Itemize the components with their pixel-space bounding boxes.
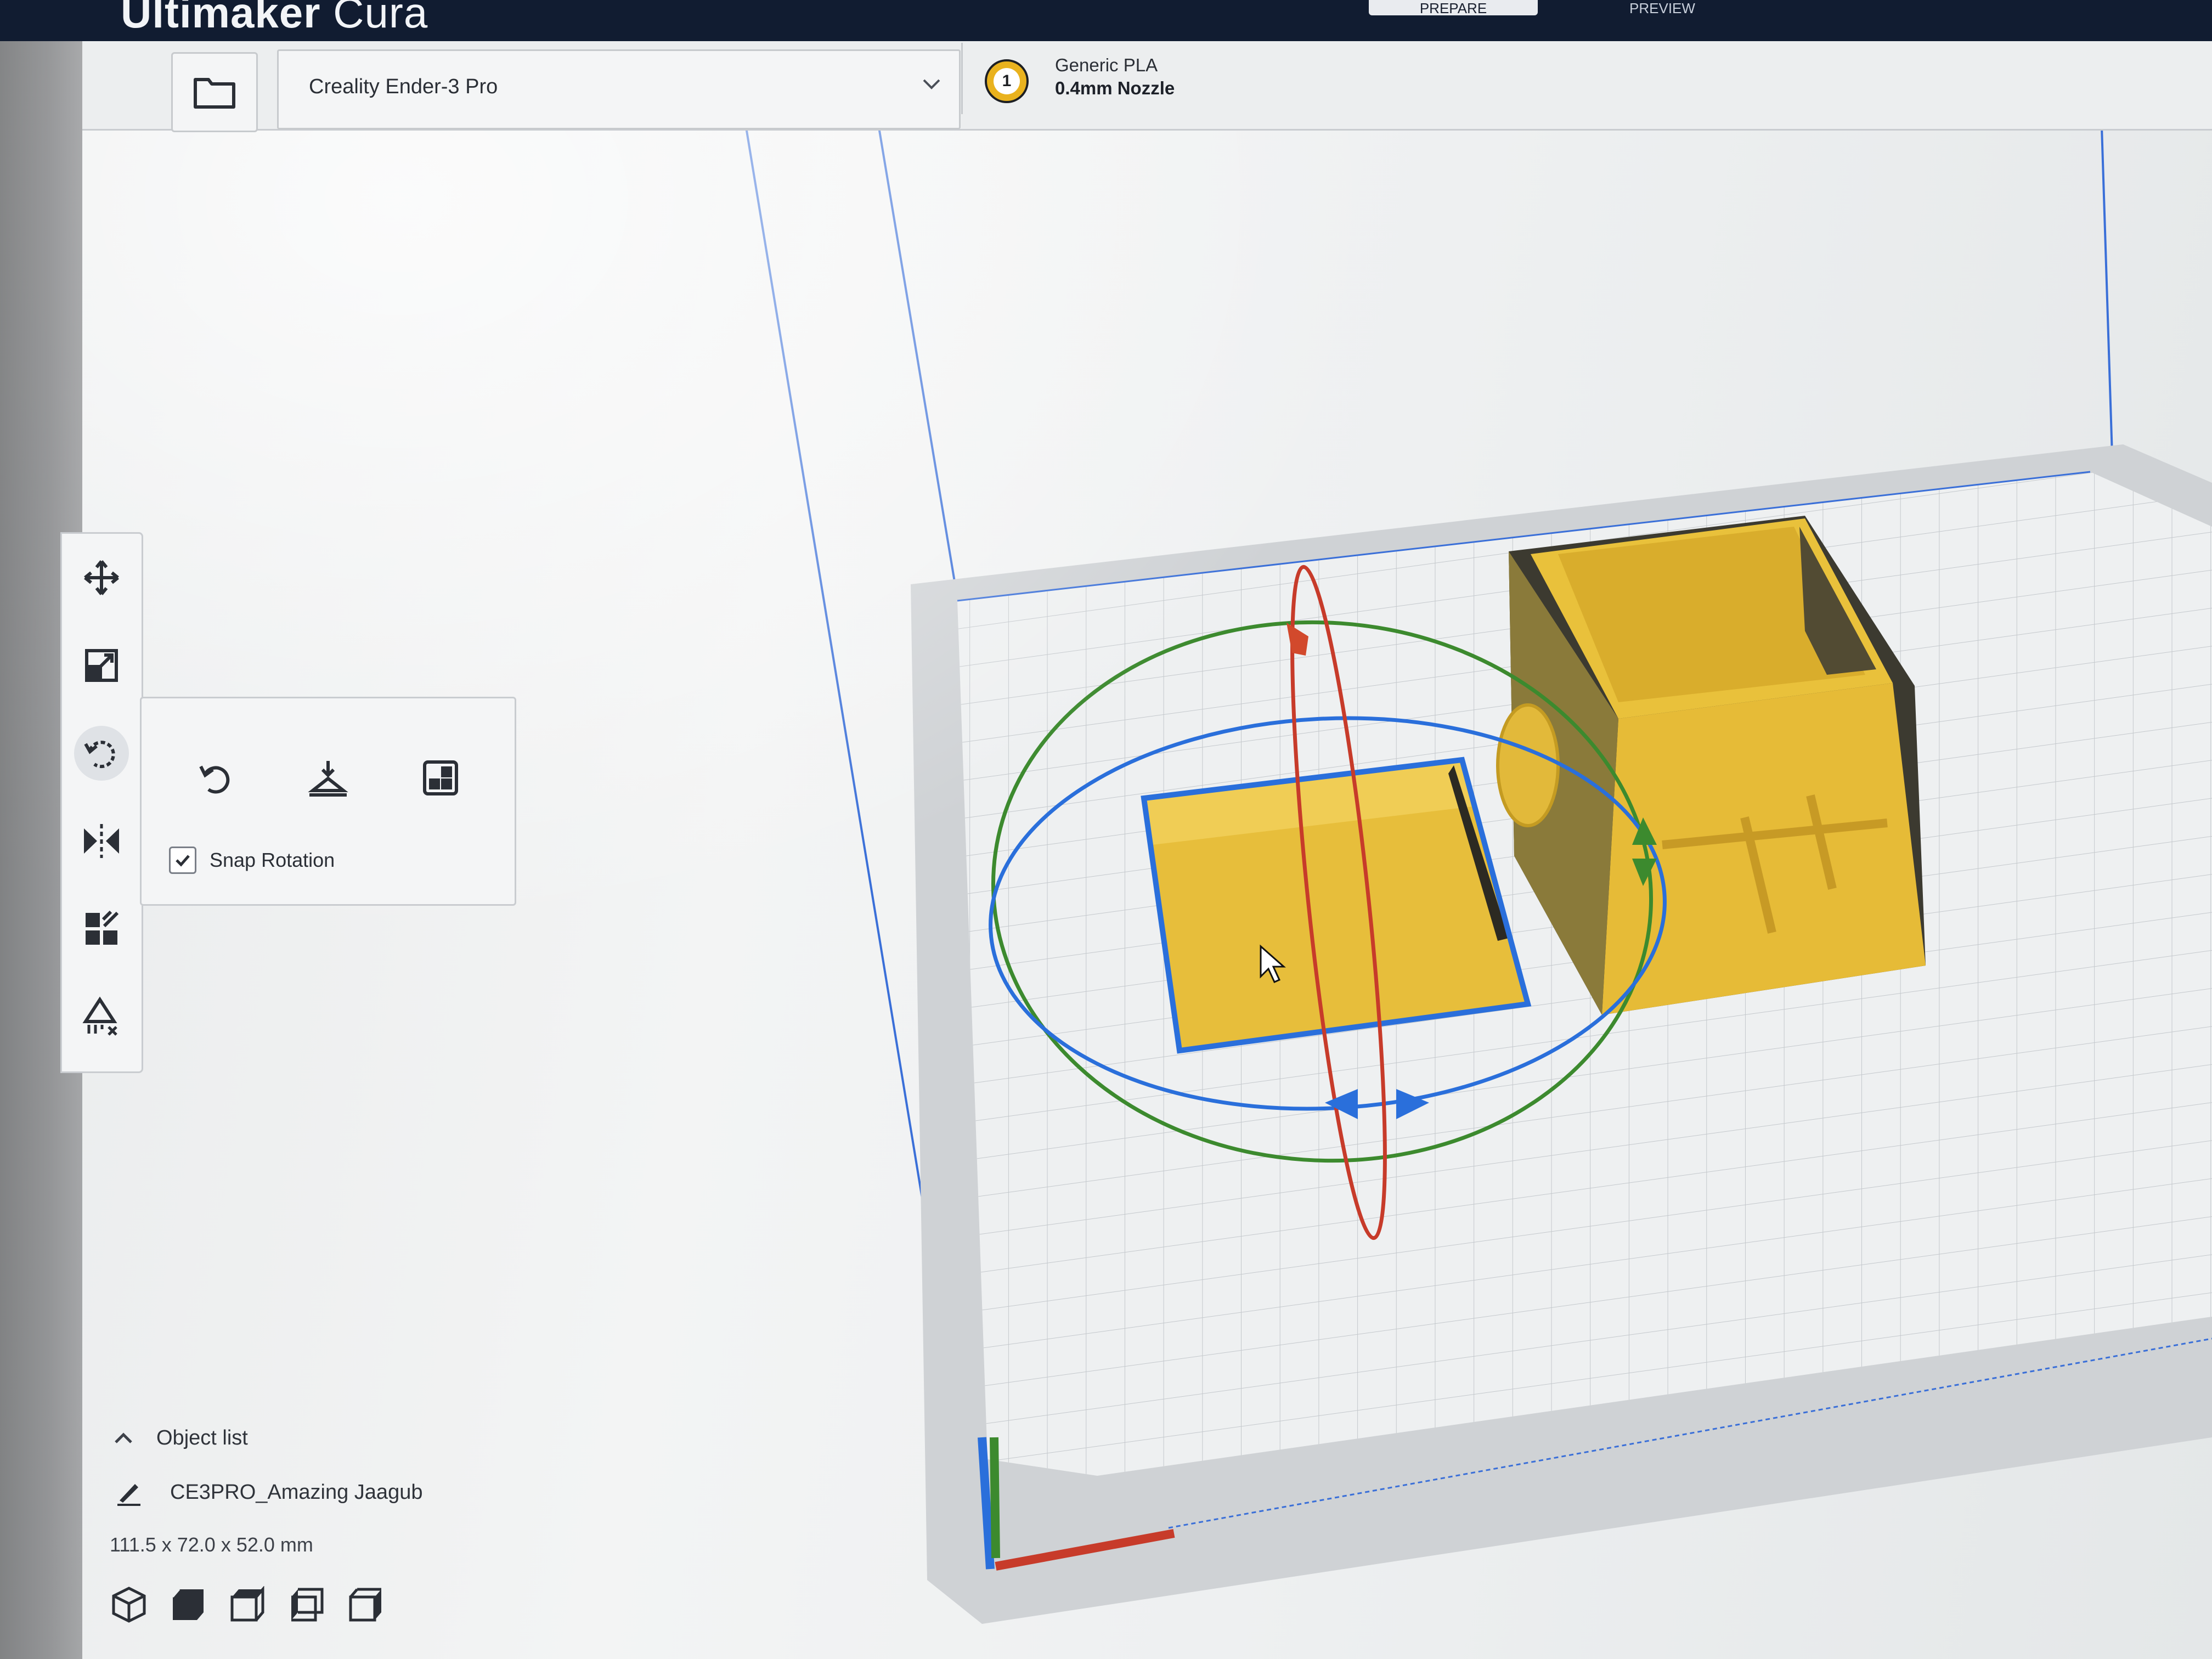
chevron-down-icon	[923, 79, 940, 89]
checkmark-icon	[176, 855, 190, 867]
rotate-tool[interactable]	[74, 726, 129, 781]
per-model-settings-icon	[86, 910, 119, 945]
chevron-up-icon	[115, 1432, 132, 1443]
front-view-icon	[172, 1589, 204, 1620]
tab-preview[interactable]: PREVIEW	[1580, 0, 1745, 15]
screen: Ultimaker Cura PREPARE PREVIEW Creality …	[0, 0, 2212, 1659]
scale-tool[interactable]	[74, 638, 129, 693]
rotate-tool-panel: Snap Rotation	[140, 697, 516, 906]
scale-icon	[85, 649, 118, 682]
material-name: Generic PLA	[1055, 55, 1158, 75]
app-title: Ultimaker Cura	[121, 0, 428, 37]
mirror-tool[interactable]	[74, 814, 129, 868]
tool-rail	[60, 532, 143, 1073]
rotate-icon	[84, 741, 115, 769]
snap-rotation-row[interactable]: Snap Rotation	[169, 847, 335, 874]
select-face-to-align-icon	[423, 760, 458, 795]
reset-rotation-button[interactable]	[185, 748, 246, 808]
object-list-label: Object list	[156, 1426, 248, 1449]
left-view-icon	[291, 1588, 324, 1622]
object-list-toggle[interactable]: Object list	[112, 1426, 248, 1450]
lay-flat-button[interactable]	[298, 748, 358, 808]
title-bar: Ultimaker Cura PREPARE PREVIEW	[0, 0, 2212, 41]
support-blocker-icon	[82, 996, 117, 1036]
nozzle-name: 0.4mm Nozzle	[1055, 78, 1175, 98]
printer-selector[interactable]: Creality Ender-3 Pro	[277, 49, 961, 129]
folder-icon	[194, 78, 235, 109]
support-blocker-tool[interactable]	[74, 989, 129, 1044]
printer-name: Creality Ender-3 Pro	[309, 75, 498, 98]
per-model-settings-tool[interactable]	[74, 901, 129, 956]
reset-rotation-icon	[199, 765, 230, 794]
pencil-icon	[117, 1484, 140, 1506]
top-view-icon	[230, 1586, 264, 1622]
object-name: CE3PRO_Amazing Jaagub	[170, 1480, 423, 1504]
3d-view-button[interactable]	[110, 1585, 148, 1624]
snap-rotation-checkbox[interactable]	[169, 847, 196, 874]
select-face-button[interactable]	[410, 748, 471, 808]
right-view-icon	[349, 1588, 381, 1622]
move-tool[interactable]	[74, 550, 129, 605]
snap-rotation-label: Snap Rotation	[210, 849, 335, 871]
mirror-icon	[84, 824, 119, 858]
top-view-button[interactable]	[228, 1585, 267, 1624]
lay-flat-icon	[308, 761, 348, 797]
right-view-button[interactable]	[347, 1585, 385, 1624]
object-name-row[interactable]: CE3PRO_Amazing Jaagub	[115, 1479, 422, 1506]
front-view-button[interactable]	[169, 1585, 207, 1624]
left-view-button[interactable]	[287, 1585, 326, 1624]
open-file-button[interactable]	[171, 52, 258, 132]
move-icon	[84, 560, 119, 595]
material-selector[interactable]: 1 Generic PLA 0.4mm Nozzle	[961, 43, 2212, 114]
tab-prepare[interactable]: PREPARE	[1369, 0, 1538, 15]
view-orientation-buttons	[110, 1585, 385, 1624]
extruder-badge: 1	[985, 59, 1029, 103]
3d-view-icon	[112, 1587, 146, 1623]
object-dimensions: 111.5 x 72.0 x 52.0 mm	[110, 1533, 313, 1556]
